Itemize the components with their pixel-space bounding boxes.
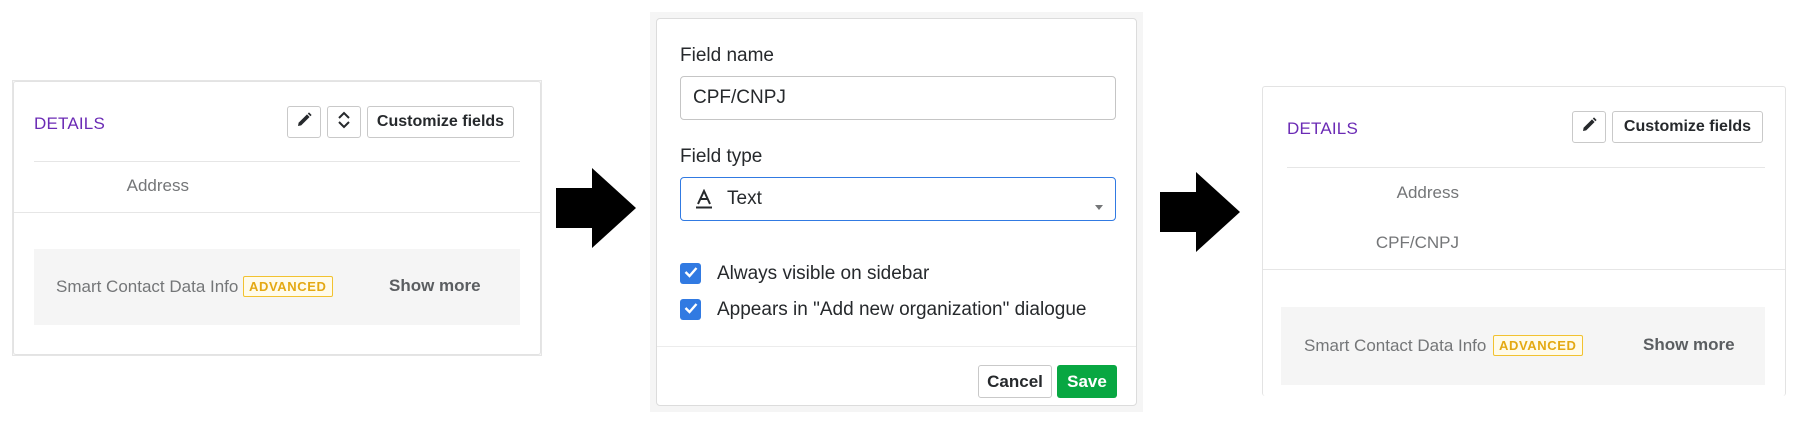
pencil-icon — [1580, 116, 1598, 139]
check-icon — [684, 301, 698, 319]
field-label-cpf-cnpj: CPF/CNPJ — [1375, 233, 1459, 252]
cancel-button[interactable]: Cancel — [978, 365, 1052, 398]
customize-fields-button[interactable]: Customize fields — [1612, 111, 1763, 143]
reorder-button[interactable] — [327, 106, 361, 138]
show-more-link[interactable]: Show more — [389, 276, 481, 296]
dialog-footer-divider — [657, 346, 1136, 347]
field-name-input[interactable]: CPF/CNPJ — [680, 76, 1116, 120]
field-type-label: Field type — [680, 146, 763, 167]
field-type-value: Text — [727, 188, 762, 209]
section-title: DETAILS — [1287, 119, 1358, 138]
details-panel-after: DETAILS Customize fields Address CPF/CNP… — [1262, 86, 1786, 396]
divider — [1263, 269, 1785, 270]
details-panel-before: DETAILS Customize fields Address Smart C… — [12, 80, 542, 356]
caret-down-icon — [1093, 196, 1105, 218]
right-arrow-icon — [1160, 172, 1240, 257]
field-label-address: Address — [126, 176, 189, 195]
advanced-badge: ADVANCED — [1493, 335, 1583, 356]
sort-arrows-icon — [336, 110, 352, 135]
custom-field-dialog: Field name CPF/CNPJ Field type Text Alwa… — [656, 18, 1137, 406]
field-type-select[interactable]: Text — [680, 177, 1116, 221]
details-card: DETAILS Customize fields Address CPF/CNP… — [1262, 86, 1786, 396]
add-new-dialogue-label: Appears in "Add new organization" dialog… — [717, 299, 1087, 320]
save-button[interactable]: Save — [1057, 365, 1117, 398]
custom-field-dialog-frame: Field name CPF/CNPJ Field type Text Alwa… — [650, 12, 1143, 412]
edit-button[interactable] — [287, 106, 321, 138]
advanced-badge: ADVANCED — [243, 276, 333, 297]
divider — [34, 161, 520, 162]
section-title: DETAILS — [34, 114, 105, 133]
check-icon — [684, 265, 698, 283]
field-name-label: Field name — [680, 45, 774, 66]
smart-contact-label: Smart Contact Data Info — [1304, 336, 1487, 355]
checkbox-always-visible[interactable] — [680, 263, 701, 284]
smart-contact-section: Smart Contact Data Info ADVANCED Show mo… — [1281, 307, 1765, 385]
show-more-link[interactable]: Show more — [1643, 335, 1735, 355]
always-visible-label: Always visible on sidebar — [717, 263, 930, 284]
smart-contact-label: Smart Contact Data Info — [56, 277, 239, 296]
smart-contact-section: Smart Contact Data Info ADVANCED Show mo… — [34, 249, 520, 325]
edit-button[interactable] — [1572, 111, 1606, 143]
checkbox-add-new-dialogue[interactable] — [680, 299, 701, 320]
divider — [14, 212, 540, 213]
text-type-icon — [695, 189, 713, 209]
divider — [1287, 167, 1765, 168]
customize-fields-button[interactable]: Customize fields — [367, 106, 514, 138]
details-card: DETAILS Customize fields Address Smart C… — [13, 81, 541, 355]
pencil-icon — [295, 111, 313, 134]
field-label-address: Address — [1396, 183, 1459, 202]
right-arrow-icon — [556, 168, 636, 253]
